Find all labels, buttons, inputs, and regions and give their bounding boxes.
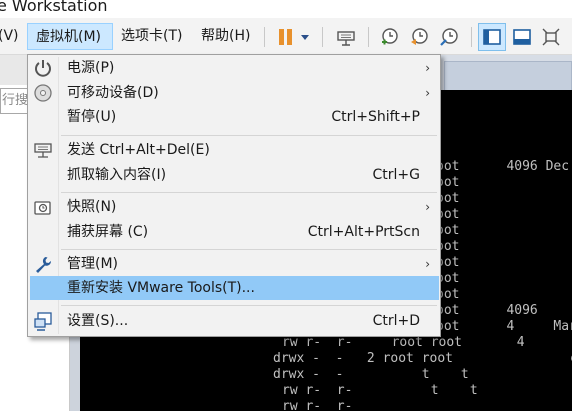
menu-item-label: 发送 Ctrl+Alt+Del(E): [67, 142, 210, 158]
menu-item-label: 快照(N): [67, 199, 117, 215]
console-line: rw r- r-: [282, 399, 353, 411]
power-icon: [35, 60, 51, 77]
menu-item-shortcut: Ctrl+G: [372, 167, 421, 183]
menu-item-pause[interactable]: 暂停(U) Ctrl+Shift+P: [30, 105, 439, 129]
submenu-arrow-icon: ›: [425, 86, 430, 100]
menu-item-snapshot[interactable]: 快照(N) ›: [30, 195, 439, 219]
menu-item-shortcut: Ctrl+Alt+PrtScn: [307, 224, 420, 240]
console-line: oot 4096 Dec: [436, 159, 570, 174]
toolbar-separator: [368, 27, 369, 47]
dropdown-arrow-icon: [301, 35, 309, 40]
menu-tabs[interactable]: 选项卡(T): [121, 23, 182, 50]
toolbar-separator: [264, 27, 265, 47]
submenu-arrow-icon: ›: [425, 200, 430, 214]
console-line: oot e: [436, 207, 572, 222]
wrench-icon: [36, 257, 52, 273]
menu-item-label: 重新安装 VMware Tools(T)...: [67, 280, 255, 296]
fit-guest-button[interactable]: [508, 23, 536, 51]
menu-item-send-ctrl-alt-del[interactable]: 发送 Ctrl+Alt+Del(E): [30, 138, 439, 162]
pause-icon: [279, 29, 292, 45]
menu-item-reinstall-vmware-tools[interactable]: 重新安装 VMware Tools(T)...: [30, 276, 439, 300]
full-screen-icon: [542, 28, 560, 46]
window-title: e Workstation: [0, 0, 108, 15]
snapshot-take-icon: [382, 28, 398, 45]
menu-help[interactable]: 帮助(H): [201, 23, 250, 50]
menu-item-label: 管理(M): [67, 256, 119, 272]
vm-dropdown-menu: 电源(P) › 可移动设备(D) › 暂停(U) Ctrl+Shift+P 发送…: [27, 54, 441, 337]
submenu-arrow-icon: ›: [425, 257, 430, 271]
menu-item-capture-screen[interactable]: 捕获屏幕 (C) Ctrl+Alt+PrtScn: [30, 220, 439, 244]
console-line: oot Dec: [436, 271, 460, 286]
console-line: oot 4 Mar: [436, 319, 572, 334]
menu-item-removable-devices[interactable]: 可移动设备(D) ›: [30, 81, 439, 105]
snapshot-manager-icon: [440, 28, 458, 46]
console-line: drwx - - 2 root root e: [273, 351, 572, 366]
menu-item-label: 暂停(U): [67, 109, 117, 125]
toolbar-separator: [322, 27, 323, 47]
menu-item-label: 设置(S)...: [67, 313, 129, 329]
keyboard-network-icon: [34, 143, 52, 158]
take-snapshot-button[interactable]: [375, 23, 403, 51]
menu-separator: [61, 192, 437, 193]
full-screen-button[interactable]: [537, 23, 565, 51]
menu-item-shortcut: Ctrl+D: [372, 313, 420, 329]
submenu-arrow-icon: ›: [425, 61, 430, 75]
menu-item-power[interactable]: 电源(P) ›: [30, 56, 439, 80]
send-ctrl-alt-del-button[interactable]: [332, 23, 360, 51]
vm-tab[interactable]: [444, 61, 572, 90]
menu-item-settings[interactable]: 设置(S)... Ctrl+D: [30, 309, 439, 333]
menu-vm[interactable]: 虚拟机(M): [27, 23, 113, 50]
console-view-icon: [483, 29, 501, 45]
console-line: oot 4096: [436, 303, 538, 318]
send-ctrl-alt-del-icon: [337, 31, 355, 46]
menu-bar: (V) 虚拟机(M) 选项卡(T) 帮助(H): [0, 18, 572, 55]
snapshot-manager-button[interactable]: [435, 23, 463, 51]
menu-item-grab-input[interactable]: 抓取输入内容(I) Ctrl+G: [30, 163, 439, 187]
snapshot-icon: [34, 201, 51, 215]
menu-separator: [61, 305, 437, 306]
console-line: drwx - - t t: [273, 367, 469, 382]
pause-dropdown-button[interactable]: [296, 23, 314, 51]
library-search-input[interactable]: 行搜: [0, 88, 30, 114]
menu-separator: [61, 135, 437, 136]
menu-item-label: 抓取输入内容(I): [67, 167, 167, 183]
menu-item-label: 电源(P): [67, 60, 115, 76]
console-line: rw r- r- t t: [282, 383, 478, 398]
console-view-button[interactable]: [478, 23, 506, 51]
menu-separator: [61, 249, 437, 250]
menu-item-label: 可移动设备(D): [67, 85, 159, 101]
console-line: oot e: [436, 223, 572, 238]
settings-icon: [34, 312, 52, 331]
console-line: rw r- r- root root 4: [282, 335, 525, 350]
revert-snapshot-button[interactable]: [405, 23, 433, 51]
snapshot-revert-icon: [411, 28, 428, 45]
removable-disc-icon: [34, 84, 52, 102]
title-bar: e Workstation: [0, 0, 572, 18]
menu-item-shortcut: Ctrl+Shift+P: [331, 109, 420, 125]
fit-guest-icon: [513, 29, 531, 45]
toolbar-separator: [471, 27, 472, 47]
menu-item-label: 捕获屏幕 (C): [67, 224, 149, 240]
menu-view[interactable]: (V): [0, 23, 22, 50]
menu-item-manage[interactable]: 管理(M) ›: [30, 252, 439, 276]
